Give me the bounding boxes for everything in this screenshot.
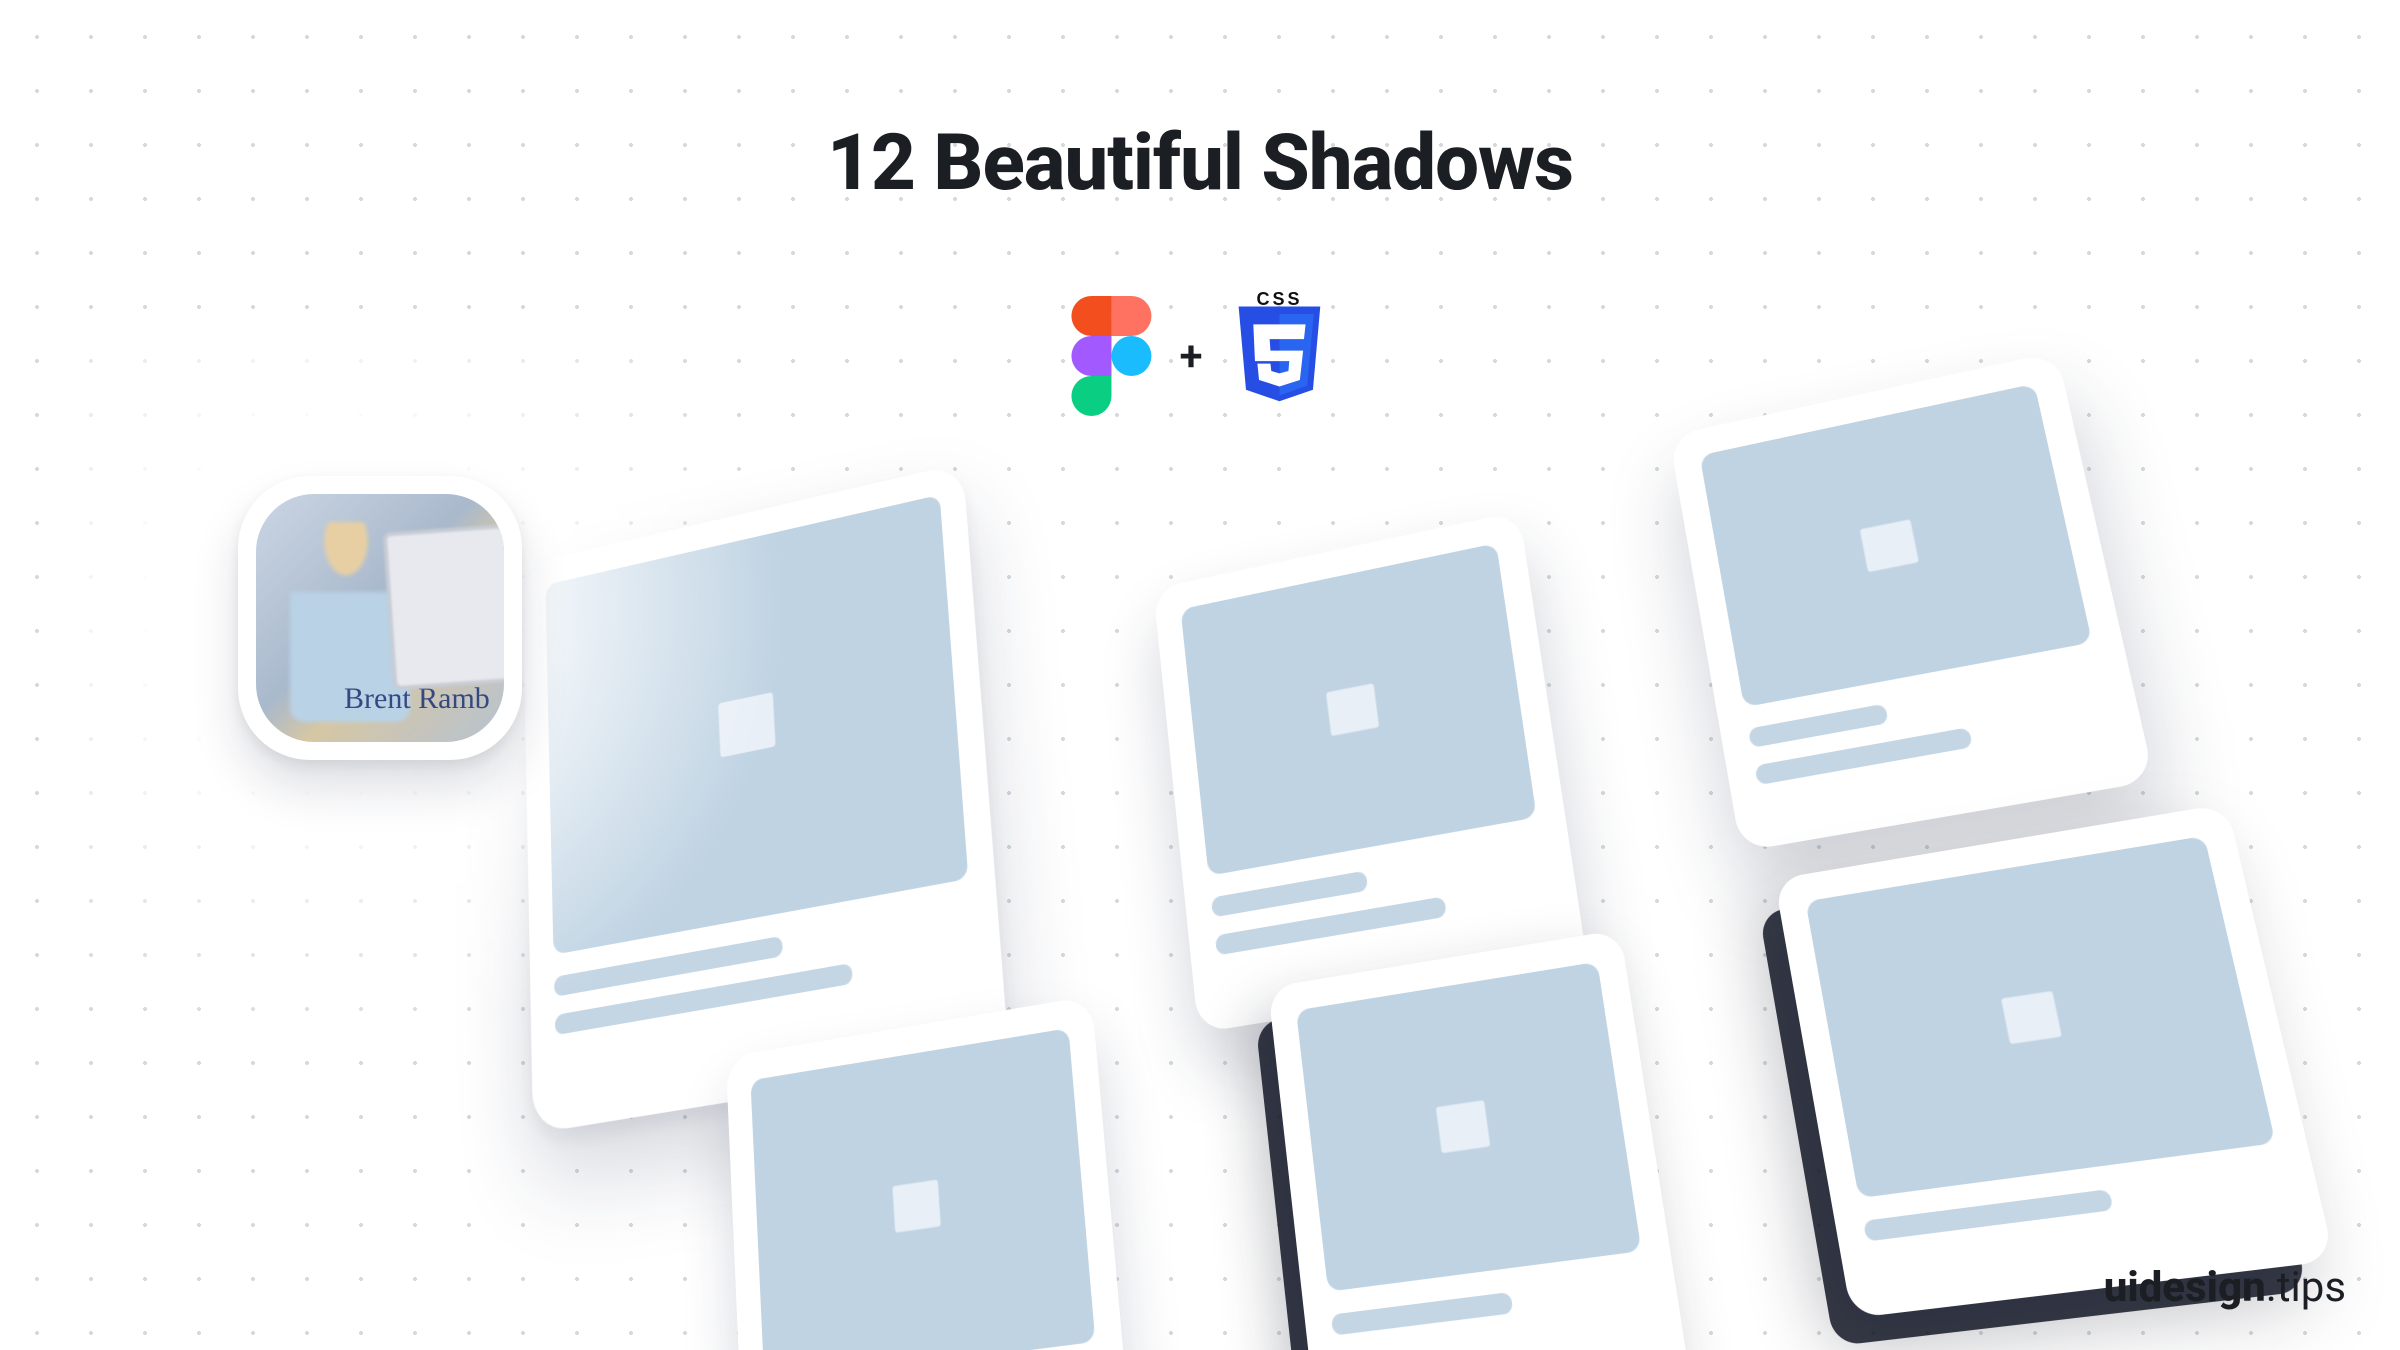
image-placeholder — [1700, 384, 2093, 708]
shadow-card — [1268, 929, 1692, 1350]
text-line — [1863, 1189, 2114, 1242]
page-title: 12 Beautiful Shadows — [827, 118, 1573, 209]
image-placeholder — [1296, 962, 1642, 1292]
image-placeholder — [750, 1028, 1095, 1350]
shadow-card — [1774, 803, 2334, 1318]
avatar-overlay-text: Brent Ramb — [344, 682, 490, 716]
figma-icon — [1071, 296, 1151, 416]
watermark-bold: uidesign — [2104, 1263, 2266, 1312]
shadow-card — [726, 996, 1135, 1350]
image-placeholder — [1181, 543, 1537, 876]
image-placeholder — [1805, 836, 2275, 1199]
watermark-light: .tips — [2266, 1263, 2346, 1312]
text-line — [1331, 1292, 1514, 1336]
logo-row: + CSS — [1071, 290, 1328, 422]
image-placeholder — [545, 495, 968, 955]
text-line — [1748, 704, 1888, 749]
text-line — [1211, 870, 1369, 917]
css3-icon: CSS — [1231, 290, 1329, 422]
plus-icon: + — [1179, 332, 1202, 381]
watermark: uidesign.tips — [2104, 1263, 2346, 1312]
avatar-image: Brent Ramb — [256, 494, 504, 742]
shadow-card — [1669, 352, 2155, 852]
avatar: Brent Ramb — [238, 476, 522, 760]
